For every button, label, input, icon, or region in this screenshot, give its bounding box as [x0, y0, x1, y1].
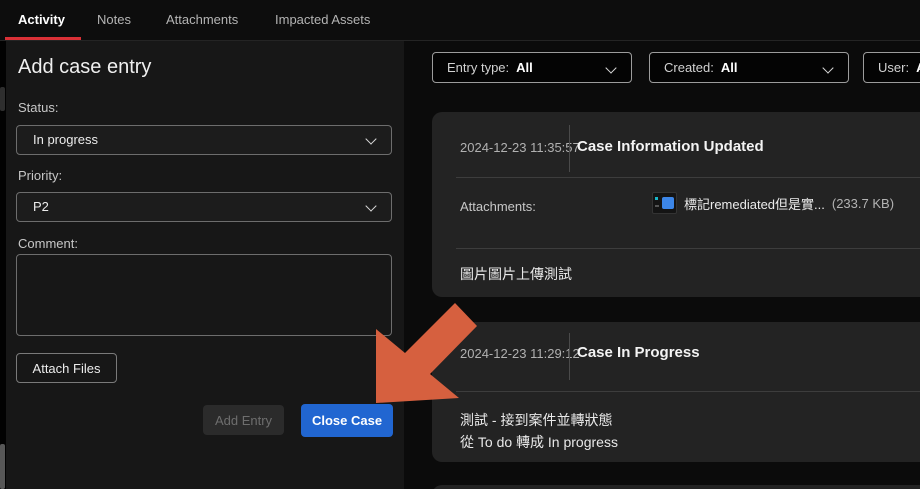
user-filter[interactable]: User: All: [863, 52, 920, 83]
tab-bar: Activity Notes Attachments Impacted Asse…: [0, 0, 920, 41]
user-filter-value: All: [916, 60, 920, 75]
tab-activity[interactable]: Activity: [18, 12, 65, 27]
attachment-name: 標記remediated但是實...: [684, 194, 825, 213]
user-filter-label: User:: [878, 60, 909, 75]
status-label: Status:: [18, 100, 58, 115]
status-select[interactable]: In progress: [16, 125, 392, 155]
header-divider: [569, 125, 570, 172]
chevron-down-icon: [822, 62, 833, 73]
entry-type-filter-label: Entry type:: [447, 60, 509, 75]
attachments-label: Attachments:: [460, 199, 536, 214]
entry-comment: 圖片圖片上傳測試: [460, 263, 572, 285]
tab-impacted-assets[interactable]: Impacted Assets: [275, 12, 370, 27]
priority-label: Priority:: [18, 168, 62, 183]
scrollbar-thumb[interactable]: [0, 87, 5, 111]
divider: [456, 391, 920, 392]
chevron-down-icon: [605, 62, 616, 73]
entry-comment-line: 從 To do 轉成 In progress: [460, 431, 618, 453]
entry-type-filter-value: All: [516, 60, 533, 75]
entry-title: Case Information Updated: [577, 138, 764, 155]
activity-card: 2024-12-23 11:29:12 Case In Progress 測試 …: [432, 322, 920, 462]
add-case-entry-panel: Add case entry Status: In progress Prior…: [6, 41, 404, 489]
entry-timestamp: 2024-12-23 11:29:12: [460, 346, 580, 361]
tab-attachments[interactable]: Attachments: [166, 12, 238, 27]
comment-textarea[interactable]: [16, 254, 392, 336]
entry-type-filter[interactable]: Entry type: All: [432, 52, 632, 83]
close-case-button[interactable]: Close Case: [301, 404, 393, 437]
chevron-down-icon: [365, 200, 376, 211]
activity-card: [432, 485, 920, 489]
created-filter[interactable]: Created: All: [649, 52, 849, 83]
created-filter-label: Created:: [664, 60, 714, 75]
created-filter-value: All: [721, 60, 738, 75]
entry-comment-line: 測試 - 接到案件並轉狀態: [460, 409, 612, 431]
attachment-link[interactable]: 標記remediated但是實... (233.7 KB): [652, 192, 894, 214]
entry-timestamp: 2024-12-23 11:35:57: [460, 140, 580, 155]
entry-title: Case In Progress: [577, 344, 700, 361]
chevron-down-icon: [365, 133, 376, 144]
add-entry-button[interactable]: Add Entry: [203, 405, 284, 435]
activity-card: 2024-12-23 11:35:57 Case Information Upd…: [432, 112, 920, 297]
scrollbar-thumb[interactable]: [0, 444, 5, 489]
comment-label: Comment:: [18, 236, 78, 251]
divider: [456, 177, 920, 178]
header-divider: [569, 333, 570, 380]
divider: [456, 248, 920, 249]
status-value: In progress: [33, 132, 98, 147]
priority-select[interactable]: P2: [16, 192, 392, 222]
tab-notes[interactable]: Notes: [97, 12, 131, 27]
attachment-thumbnail: [652, 192, 677, 214]
panel-title: Add case entry: [18, 56, 151, 79]
attachment-size: (233.7 KB): [832, 196, 894, 211]
active-tab-indicator: [5, 37, 81, 40]
priority-value: P2: [33, 199, 49, 214]
attach-files-button[interactable]: Attach Files: [16, 353, 117, 383]
case-detail-screen: Activity Notes Attachments Impacted Asse…: [0, 0, 920, 489]
